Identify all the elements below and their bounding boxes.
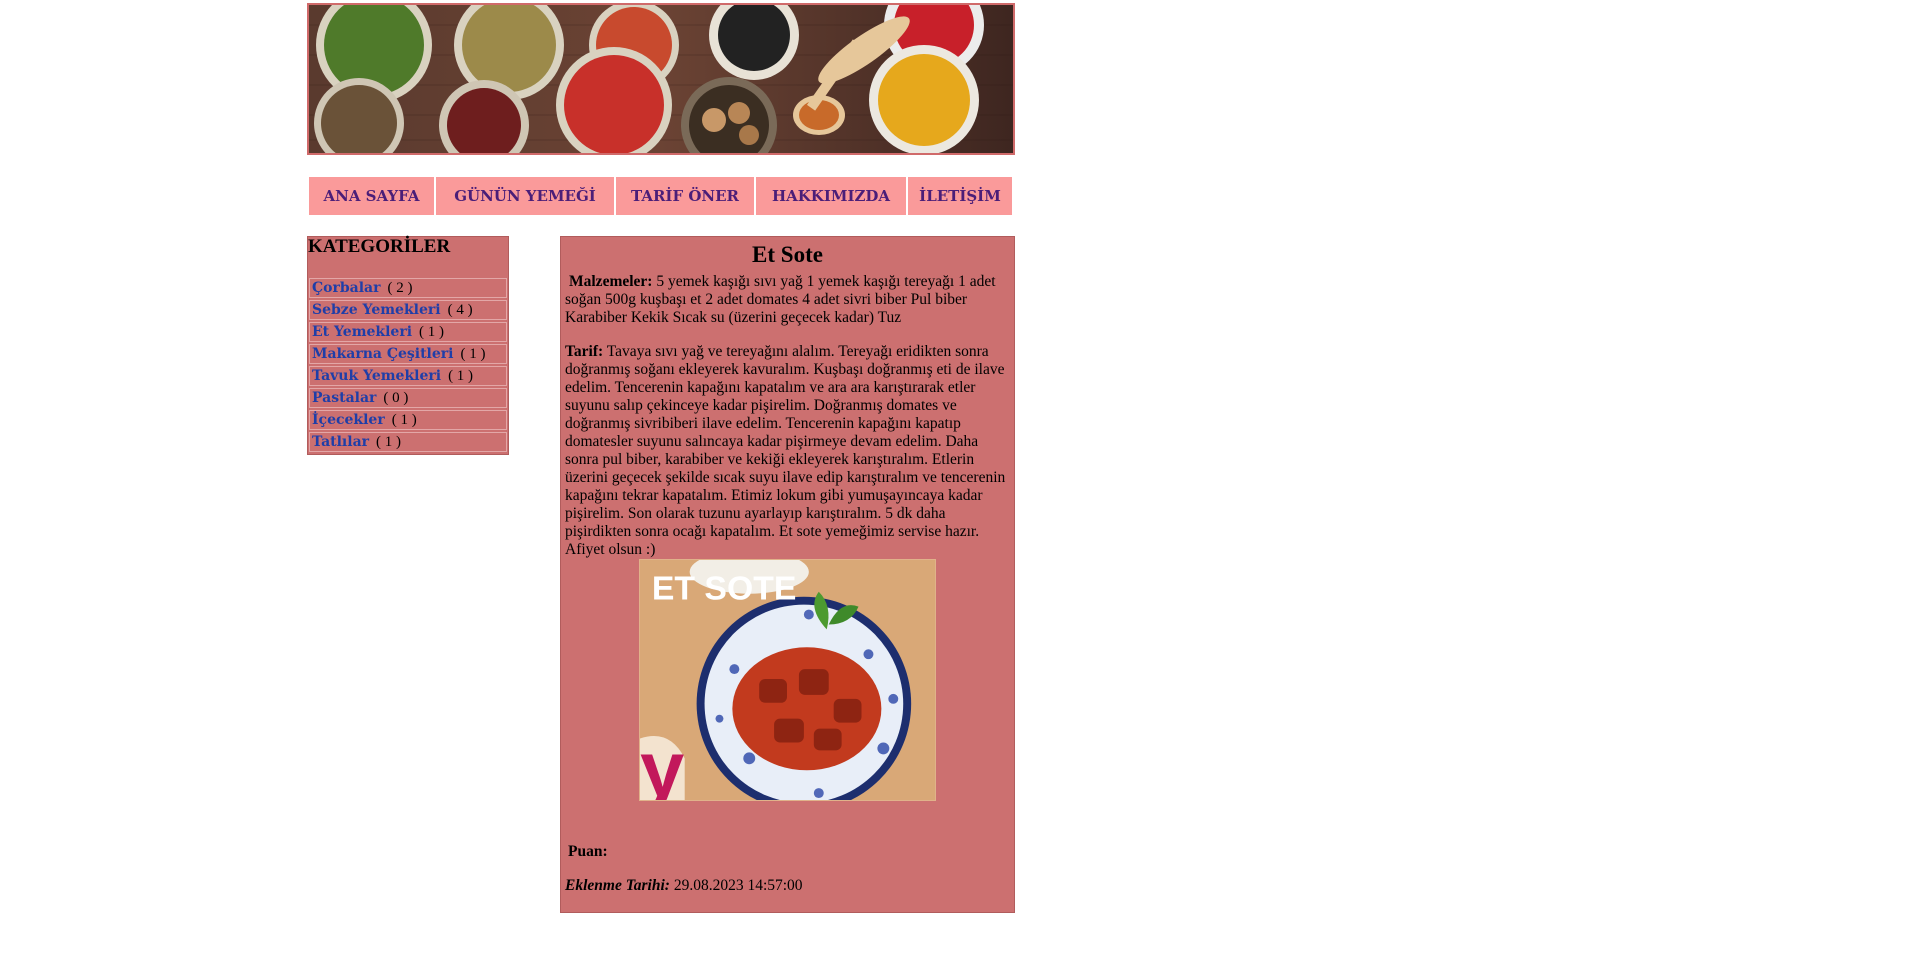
category-link[interactable]: Makarna Çeşitleri: [312, 346, 453, 362]
recipe-title: Et Sote: [752, 242, 823, 267]
list-item: Pastalar ( 0 ): [309, 388, 507, 408]
category-link[interactable]: Çorbalar: [312, 280, 380, 296]
date-label: Eklenme Tarihi:: [565, 877, 670, 894]
date-value: 29.08.2023 14:57:00: [673, 877, 803, 894]
spices-banner-image: [309, 5, 1013, 153]
category-count: ( 4 ): [447, 301, 473, 318]
categories-sidebar: KATEGORİLER Çorbalar ( 2 ) Sebze Yemekle…: [307, 236, 509, 455]
dish-photo-caption: ET SOTE: [652, 570, 796, 608]
list-item: Çorbalar ( 2 ): [309, 278, 507, 298]
category-count: ( 2 ): [387, 279, 413, 296]
category-count: ( 0 ): [383, 389, 409, 406]
category-count: ( 1 ): [448, 367, 474, 384]
dish-photo: ET SOTE y: [640, 560, 935, 800]
category-count: ( 1 ): [419, 323, 445, 340]
category-link[interactable]: Tatlılar: [312, 434, 369, 450]
dish-photo-logo: y: [640, 724, 684, 800]
nav-item-contact[interactable]: İLETİŞİM: [908, 177, 1012, 215]
rating-label: Puan:: [568, 843, 608, 860]
instructions-label: Tarif:: [565, 343, 604, 360]
category-count: ( 1 ): [391, 411, 417, 428]
category-count: ( 1 ): [460, 345, 486, 362]
category-link[interactable]: İçecekler: [312, 412, 385, 428]
list-item: Et Yemekleri ( 1 ): [309, 322, 507, 342]
nav-item-dish-of-the-day[interactable]: GÜNÜN YEMEĞİ: [436, 177, 614, 215]
ingredients-paragraph: Malzemeler: 5 yemek kaşığı sıvı yağ 1 ye…: [565, 273, 1010, 327]
instructions-paragraph: Tarif: Tavaya sıvı yağ ve tereyağını ala…: [565, 343, 1010, 559]
list-item: İçecekler ( 1 ): [309, 410, 507, 430]
recipe-image: ET SOTE y: [639, 559, 936, 801]
header-banner: [307, 3, 1015, 155]
ingredients-label: Malzemeler:: [569, 273, 653, 290]
category-link[interactable]: Et Yemekleri: [312, 324, 412, 340]
date-line: Eklenme Tarihi: 29.08.2023 14:57:00: [565, 877, 1010, 895]
main-nav: ANA SAYFA GÜNÜN YEMEĞİ TARİF ÖNER HAKKIM…: [309, 177, 1012, 215]
categories-title: KATEGORİLER: [308, 236, 451, 257]
recipe-panel: Et Sote Malzemeler: 5 yemek kaşığı sıvı …: [560, 236, 1015, 913]
nav-item-about[interactable]: HAKKIMIZDA: [756, 177, 906, 215]
nav-item-suggest-recipe[interactable]: TARİF ÖNER: [616, 177, 754, 215]
list-item: Tatlılar ( 1 ): [309, 432, 507, 452]
list-item: Tavuk Yemekleri ( 1 ): [309, 366, 507, 386]
list-item: Makarna Çeşitleri ( 1 ): [309, 344, 507, 364]
nav-item-home[interactable]: ANA SAYFA: [309, 177, 434, 215]
category-count: ( 1 ): [376, 433, 402, 450]
category-link[interactable]: Sebze Yemekleri: [312, 302, 441, 318]
category-link[interactable]: Pastalar: [312, 390, 376, 406]
category-link[interactable]: Tavuk Yemekleri: [312, 368, 441, 384]
list-item: Sebze Yemekleri ( 4 ): [309, 300, 507, 320]
instructions-text: Tavaya sıvı yağ ve tereyağını alalım. Te…: [565, 343, 1006, 558]
